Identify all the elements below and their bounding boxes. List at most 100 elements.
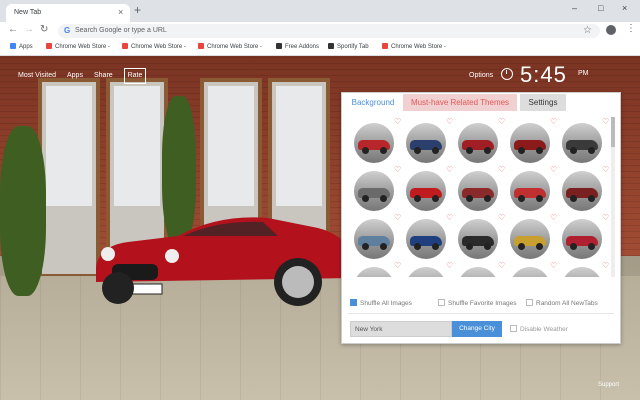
- bookmark-item[interactable]: Sportify Tab: [328, 43, 369, 50]
- background-thumbnail[interactable]: ♡: [402, 165, 454, 213]
- shuffle-all-checkbox[interactable]: [350, 299, 357, 306]
- background-thumbnail[interactable]: ♡: [454, 213, 506, 261]
- bookmark-apps[interactable]: Apps: [10, 43, 33, 50]
- favorite-heart-icon[interactable]: ♡: [550, 213, 557, 222]
- bookmark-star-icon[interactable]: ☆: [583, 25, 592, 36]
- thumbnail-image[interactable]: [562, 267, 602, 277]
- random-newtabs-option[interactable]: Random All NewTabs: [526, 299, 598, 307]
- background-thumbnail[interactable]: ♡: [454, 165, 506, 213]
- favorite-heart-icon[interactable]: ♡: [446, 165, 453, 174]
- tab-settings[interactable]: Settings: [520, 94, 566, 111]
- thumbnail-image[interactable]: [510, 219, 550, 259]
- favorite-heart-icon[interactable]: ♡: [550, 165, 557, 174]
- support-link[interactable]: Support: [598, 382, 619, 388]
- maximize-icon[interactable]: □: [598, 3, 603, 13]
- disable-weather-checkbox[interactable]: [510, 325, 517, 332]
- scrollbar-thumb[interactable]: [611, 117, 615, 147]
- background-thumbnail[interactable]: ♡: [558, 165, 610, 213]
- background-thumbnail[interactable]: ♡: [402, 261, 454, 277]
- favorite-heart-icon[interactable]: ♡: [602, 261, 609, 270]
- background-thumbnail[interactable]: ♡: [558, 261, 610, 277]
- favorite-heart-icon[interactable]: ♡: [498, 117, 505, 126]
- favorite-heart-icon[interactable]: ♡: [394, 117, 401, 126]
- tab-background[interactable]: Background: [344, 94, 402, 111]
- options-link[interactable]: Options: [469, 72, 493, 79]
- background-thumbnail[interactable]: ♡: [350, 213, 402, 261]
- rate-button[interactable]: Rate: [124, 68, 146, 84]
- disable-weather-option[interactable]: Disable Weather: [510, 325, 568, 333]
- new-tab-button[interactable]: +: [134, 4, 141, 16]
- clock-icon[interactable]: [501, 68, 513, 80]
- share-link[interactable]: Share: [94, 72, 113, 79]
- background-thumbnail[interactable]: ♡: [506, 117, 558, 165]
- background-thumbnail[interactable]: ♡: [454, 117, 506, 165]
- tab-close-icon[interactable]: ×: [118, 7, 123, 17]
- thumbnail-image[interactable]: [458, 123, 498, 163]
- thumbnail-image[interactable]: [458, 219, 498, 259]
- change-city-button[interactable]: Change City: [452, 321, 502, 337]
- reload-icon[interactable]: ↻: [40, 25, 48, 35]
- background-thumbnail[interactable]: ♡: [506, 261, 558, 277]
- bookmark-item[interactable]: Chrome Web Store -: [122, 43, 186, 50]
- bookmark-item[interactable]: Free Addons: [276, 43, 319, 50]
- favorite-heart-icon[interactable]: ♡: [394, 261, 401, 270]
- omnibox[interactable]: G Search Google or type a URL ☆: [58, 24, 600, 38]
- favorite-heart-icon[interactable]: ♡: [446, 213, 453, 222]
- forward-icon[interactable]: →: [24, 25, 34, 35]
- browser-tab[interactable]: New Tab ×: [6, 4, 130, 22]
- thumbnail-image[interactable]: [458, 267, 498, 277]
- background-thumbnail[interactable]: ♡: [506, 213, 558, 261]
- thumbnail-image[interactable]: [354, 123, 394, 163]
- menu-dots-icon[interactable]: ⋮: [626, 23, 636, 34]
- back-icon[interactable]: ←: [8, 25, 18, 35]
- favorite-heart-icon[interactable]: ♡: [498, 165, 505, 174]
- thumbnail-image[interactable]: [406, 171, 446, 211]
- favorite-heart-icon[interactable]: ♡: [394, 165, 401, 174]
- favorite-heart-icon[interactable]: ♡: [602, 213, 609, 222]
- shuffle-favorite-option[interactable]: Shuffle Favorite Images: [438, 299, 517, 307]
- thumbnail-image[interactable]: [406, 267, 446, 277]
- thumbnail-image[interactable]: [562, 171, 602, 211]
- favorite-heart-icon[interactable]: ♡: [498, 261, 505, 270]
- thumbnail-image[interactable]: [406, 219, 446, 259]
- favorite-heart-icon[interactable]: ♡: [550, 117, 557, 126]
- favorite-heart-icon[interactable]: ♡: [446, 117, 453, 126]
- thumbnail-image[interactable]: [510, 123, 550, 163]
- thumbnail-image[interactable]: [458, 171, 498, 211]
- tab-related-themes[interactable]: Must-have Related Themes: [403, 94, 517, 111]
- apps-link[interactable]: Apps: [67, 72, 83, 79]
- bookmark-item[interactable]: Chrome Web Store -: [46, 43, 110, 50]
- thumbnail-image[interactable]: [562, 123, 602, 163]
- thumbnail-image[interactable]: [510, 171, 550, 211]
- background-thumbnail[interactable]: ♡: [402, 213, 454, 261]
- background-thumbnail[interactable]: ♡: [506, 165, 558, 213]
- background-thumbnail[interactable]: ♡: [402, 117, 454, 165]
- thumbnail-image[interactable]: [354, 267, 394, 277]
- background-thumbnail[interactable]: ♡: [350, 261, 402, 277]
- shuffle-all-option[interactable]: Shuffle All Images: [350, 299, 412, 307]
- background-thumbnail[interactable]: ♡: [350, 165, 402, 213]
- city-input[interactable]: New York: [350, 321, 452, 337]
- thumbnail-image[interactable]: [562, 219, 602, 259]
- favorite-heart-icon[interactable]: ♡: [602, 165, 609, 174]
- favorite-heart-icon[interactable]: ♡: [550, 261, 557, 270]
- most-visited-link[interactable]: Most Visited: [18, 72, 56, 79]
- account-avatar[interactable]: [606, 25, 616, 35]
- thumbnail-image[interactable]: [354, 219, 394, 259]
- shuffle-favorite-checkbox[interactable]: [438, 299, 445, 306]
- minimize-icon[interactable]: –: [572, 3, 577, 13]
- favorite-heart-icon[interactable]: ♡: [602, 117, 609, 126]
- thumbnail-image[interactable]: [406, 123, 446, 163]
- favorite-heart-icon[interactable]: ♡: [446, 261, 453, 270]
- favorite-heart-icon[interactable]: ♡: [498, 213, 505, 222]
- favorite-heart-icon[interactable]: ♡: [394, 213, 401, 222]
- bookmark-item[interactable]: Chrome Web Store -: [198, 43, 262, 50]
- background-thumbnail[interactable]: ♡: [558, 213, 610, 261]
- random-newtabs-checkbox[interactable]: [526, 299, 533, 306]
- background-thumbnail[interactable]: ♡: [350, 117, 402, 165]
- bookmark-item[interactable]: Chrome Web Store -: [382, 43, 446, 50]
- background-thumbnail[interactable]: ♡: [454, 261, 506, 277]
- thumbnail-image[interactable]: [510, 267, 550, 277]
- background-thumbnail[interactable]: ♡: [558, 117, 610, 165]
- close-window-icon[interactable]: ×: [622, 3, 627, 13]
